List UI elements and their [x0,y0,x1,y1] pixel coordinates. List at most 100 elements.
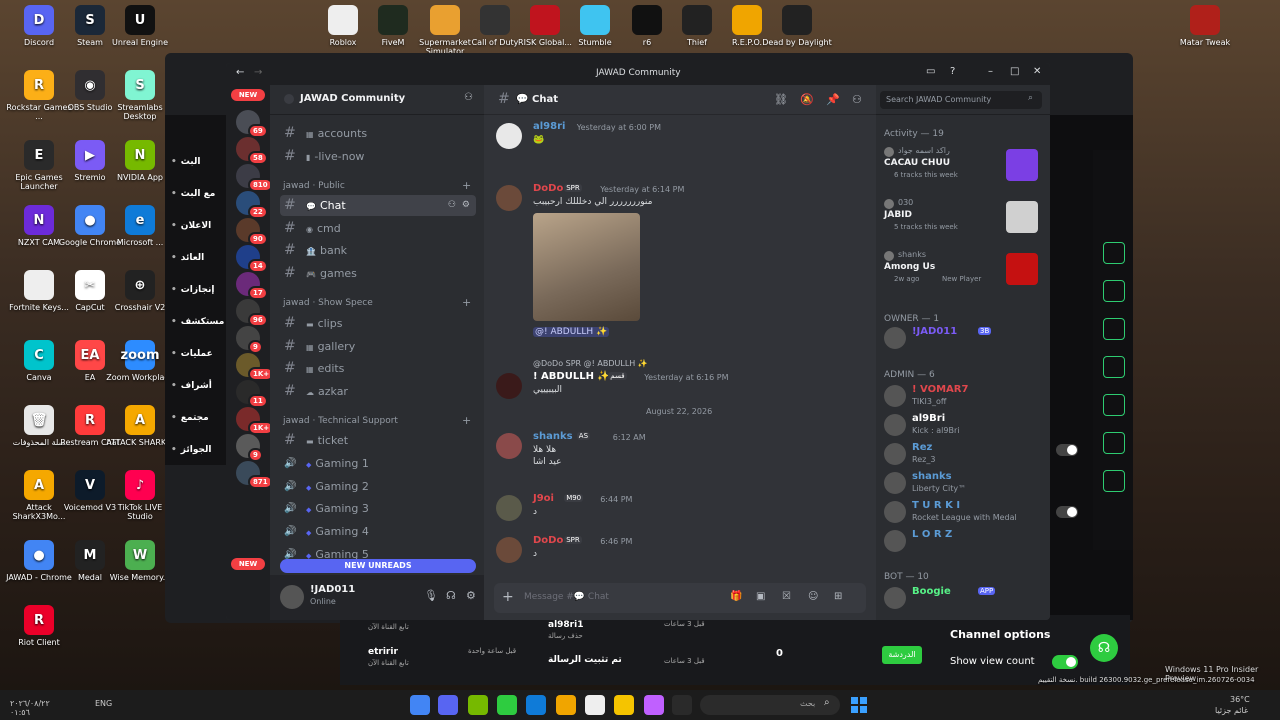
microphone-icon[interactable]: 🎙 [424,589,438,602]
maximize-button[interactable]: □ [1010,66,1019,77]
plus-icon[interactable]: + [502,589,514,605]
add-channel-icon[interactable]: + [462,414,471,427]
show-view-count-toggle[interactable] [1052,655,1078,669]
member-item[interactable]: T U R K I Rocket League with Medal [882,499,1044,527]
notification-bell-icon[interactable]: 🔕 [800,93,814,106]
channel-settings-icon[interactable]: ⚙ [462,195,470,216]
message-author[interactable]: DoDo [533,535,563,546]
user-avatar[interactable] [280,585,304,609]
member-item[interactable]: al9Bri Kick : al9Bri [882,412,1044,440]
channel-item[interactable]: # ◉ cmd [280,218,476,239]
bg-sidebar-item[interactable]: • مجتمع [171,413,227,423]
message-author[interactable]: ! ABDULLH ✨ [533,371,610,382]
bg-sidebar-item[interactable]: • عمليات [171,349,227,359]
gift-icon[interactable]: 🎁 [730,591,742,602]
taskbar-app-icon[interactable] [468,695,488,715]
channel-item[interactable]: # ☁ azkar [280,381,476,402]
user-avatar[interactable] [496,185,522,211]
bg-green-button[interactable]: الدردشة [882,646,922,664]
category-support[interactable]: jawad · Technical Support [283,416,398,426]
channel-item[interactable]: # 🏦 bank [280,240,476,261]
message-input[interactable]: + Message #💬 Chat 🎁 ▣ ☒ ☺ ⊞ [494,583,866,613]
taskbar-language[interactable]: ENG [95,699,112,708]
bg-toggle-1[interactable] [1056,444,1078,456]
new-unreads-banner[interactable]: NEW UNREADS [280,559,476,573]
message-author[interactable]: al98ri [533,121,565,132]
help-icon[interactable]: ? [950,66,955,77]
threads-icon[interactable]: ⛓ [774,93,788,106]
voice-channel-item[interactable]: 🔊 ◆ Gaming 4 [280,521,476,542]
member-item[interactable]: !JAD011 3B [882,325,1044,353]
pin-icon[interactable]: 📌 [826,93,840,106]
apps-icon[interactable]: ⊞ [834,591,842,602]
new-badge-bottom[interactable]: NEW [231,558,265,570]
bg-sidebar-item[interactable]: • العائد [171,253,227,263]
server-header[interactable]: JAWAD Community ⌄ ⚇ [270,85,484,115]
gif-icon[interactable]: ▣ [756,591,765,602]
headphones-icon[interactable]: ☊ [446,589,456,602]
message-author[interactable]: shanks [533,431,573,442]
forward-arrow-icon[interactable]: → [254,67,262,78]
channel-item[interactable]: # ▦ edits [280,358,476,379]
bg-sidebar-item[interactable]: • مع البث [171,189,227,199]
user-avatar[interactable] [496,537,522,563]
channel-item[interactable]: # ▮ -live-now [280,146,476,167]
desktop-icon[interactable]: U Unreal Engine [105,5,175,47]
voice-channel-item[interactable]: 🔊 ◆ Gaming 3 [280,498,476,519]
channel-item[interactable]: # 💬 Chat ⚇ ⚙ [280,195,476,216]
close-button[interactable]: ✕ [1033,66,1041,77]
member-item[interactable]: Rez Rez_3 [882,441,1044,469]
taskbar-app-icon[interactable] [644,695,664,715]
activity-card[interactable]: راكد اسمه جواد CACAU CHUU 6 tracks this we… [882,145,1044,191]
settings-gear-icon[interactable]: ⚙ [466,589,476,602]
inbox-icon[interactable]: ▭ [926,66,935,77]
member-item[interactable]: L O R Z [882,528,1044,556]
bg-item1[interactable]: al98ri1 [548,620,583,630]
member-item[interactable]: Boogie APP [882,585,1044,613]
taskbar-app-icon[interactable] [526,695,546,715]
bg-sidebar-item[interactable]: • مستكشف [171,317,227,327]
channel-item[interactable]: # ▬ ticket [280,430,476,451]
message-image[interactable] [533,213,640,321]
add-channel-icon[interactable]: + [462,179,471,192]
desktop-icon[interactable]: Dead by Daylight [762,5,832,47]
voice-channel-item[interactable]: 🔊 ◆ Gaming 2 [280,476,476,497]
taskbar-app-icon[interactable] [497,695,517,715]
sticker-icon[interactable]: ☒ [782,591,791,602]
member-item[interactable]: ! VOMAR7 TIKI3_off [882,383,1044,411]
voice-channel-item[interactable]: 🔊 ◆ Gaming 1 [280,453,476,474]
user-avatar[interactable] [496,373,522,399]
search-input[interactable]: Search JAWAD Community ⌕ [880,91,1042,109]
new-badge-top[interactable]: NEW [231,89,265,101]
bg-sidebar-item[interactable]: • البث [171,157,227,167]
user-avatar[interactable] [496,433,522,459]
bg-sidebar-item[interactable]: • أشراف [171,381,227,391]
desktop-icon[interactable]: R Riot Client [4,605,74,647]
bg-name3[interactable]: etririr [368,647,398,657]
category-showspace[interactable]: jawad · Show Spece [283,298,373,308]
minimize-button[interactable]: – [988,66,993,77]
channel-item[interactable]: # ▦ accounts [280,123,476,144]
category-public[interactable]: jawad · Public [283,181,345,191]
desktop-icon[interactable]: Matar Tweak [1170,5,1240,47]
user-avatar[interactable] [496,123,522,149]
taskbar-app-icon[interactable] [614,695,634,715]
bg-sidebar-item[interactable]: • الجوائز [171,445,227,455]
message-author[interactable]: DoDo [533,183,563,194]
channel-item[interactable]: # ▦ gallery [280,336,476,357]
taskbar-app-icon[interactable] [410,695,430,715]
bg-sidebar-item[interactable]: • الاعلان [171,221,227,231]
user-avatar[interactable] [496,495,522,521]
headset-icon[interactable]: ☊ [1090,634,1118,662]
add-channel-icon[interactable]: + [462,296,471,309]
activity-card[interactable]: 030 JABID 5 tracks this week [882,197,1044,243]
channel-item[interactable]: # ▬ clips [280,313,476,334]
taskbar-app-icon[interactable] [585,695,605,715]
bg-toggle-2[interactable] [1056,506,1078,518]
add-friend-icon[interactable]: ⚇ [464,92,473,103]
taskbar-app-icon[interactable] [556,695,576,715]
activity-card[interactable]: shanks Among Us 2w ago New Player [882,249,1044,295]
bg-item2[interactable]: تم تثبيت الرسالة [548,655,622,665]
start-button[interactable] [850,696,868,714]
back-arrow-icon[interactable]: ← [236,67,244,78]
